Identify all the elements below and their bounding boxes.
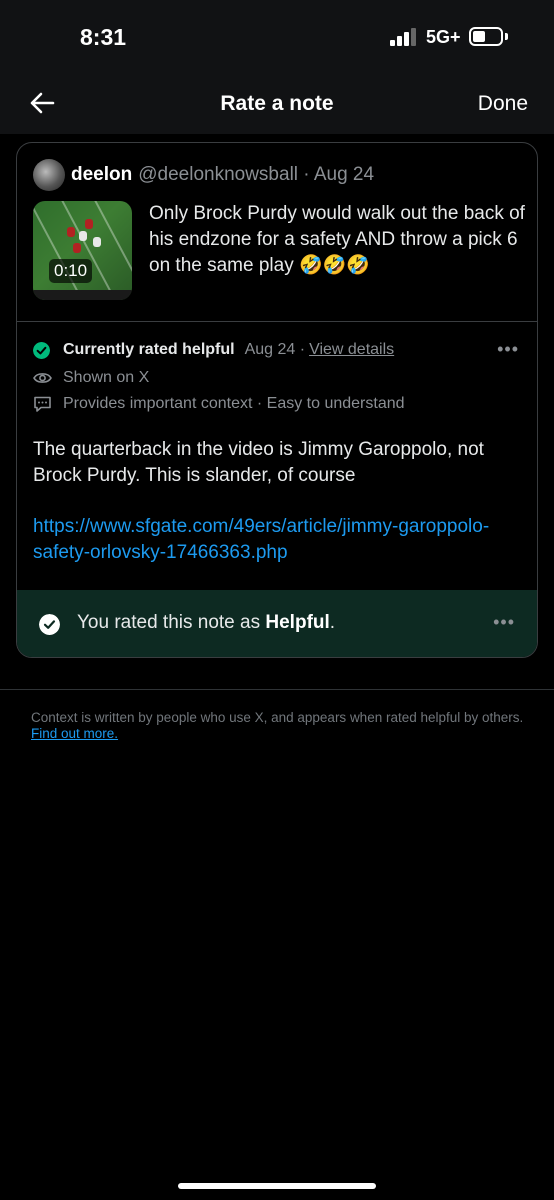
more-icon[interactable]: ••• [493, 612, 515, 633]
tweet-header: deelon @deelonknowsball · Aug 24 [33, 159, 374, 191]
note-source-link[interactable]: https://www.sfgate.com/49ers/article/jim… [33, 514, 523, 566]
status-time: 8:31 [80, 24, 127, 50]
your-rating-bar: You rated this note as Helpful. ••• [17, 590, 537, 657]
page-title: Rate a note [220, 92, 334, 115]
comment-icon [34, 396, 51, 412]
shown-on-row: Shown on X [33, 369, 149, 387]
check-circle-icon [33, 341, 50, 359]
video-duration: 0:10 [49, 259, 93, 283]
note-date: Aug 24 · [244, 341, 306, 358]
battery-icon [469, 27, 503, 46]
note-status-row: Currently rated helpful Aug 24 · View de… [33, 341, 394, 359]
divider [17, 321, 537, 322]
view-details-link[interactable]: View details [309, 341, 394, 359]
check-circle-icon [39, 614, 60, 635]
top-nav: Rate a note Done [0, 72, 554, 134]
tweet-handle-date: @deelonknowsball · Aug 24 [138, 164, 375, 185]
more-icon[interactable]: ••• [497, 339, 519, 360]
shown-on-text: Shown on X [63, 369, 150, 386]
footer-info: Context is written by people who use X, … [31, 710, 524, 741]
network-label: 5G+ [426, 27, 461, 47]
note-text: The quarterback in the video is Jimmy Ga… [33, 439, 484, 486]
status-bar: 8:31 5G+ [0, 0, 554, 72]
avatar[interactable] [33, 159, 65, 191]
divider [0, 689, 554, 690]
note-card: deelon @deelonknowsball · Aug 24 0:10 On… [16, 142, 538, 658]
rating-value: Helpful [265, 612, 330, 633]
home-indicator[interactable] [178, 1183, 376, 1189]
eye-icon [33, 373, 52, 383]
video-thumbnail[interactable] [33, 201, 132, 300]
done-button[interactable]: Done [478, 92, 528, 116]
tweet-author[interactable]: deelon [71, 164, 132, 186]
note-status-title: Currently rated helpful [63, 341, 235, 358]
find-out-more-link[interactable]: Find out more. [31, 726, 118, 741]
signal-icon [390, 28, 418, 46]
context-text: Provides important context · Easy to und… [63, 395, 405, 412]
your-rating-text: You rated this note as Helpful. [77, 612, 336, 633]
context-row: Provides important context · Easy to und… [33, 395, 405, 413]
tweet-text: Only Brock Purdy would walk out the back… [149, 203, 525, 276]
